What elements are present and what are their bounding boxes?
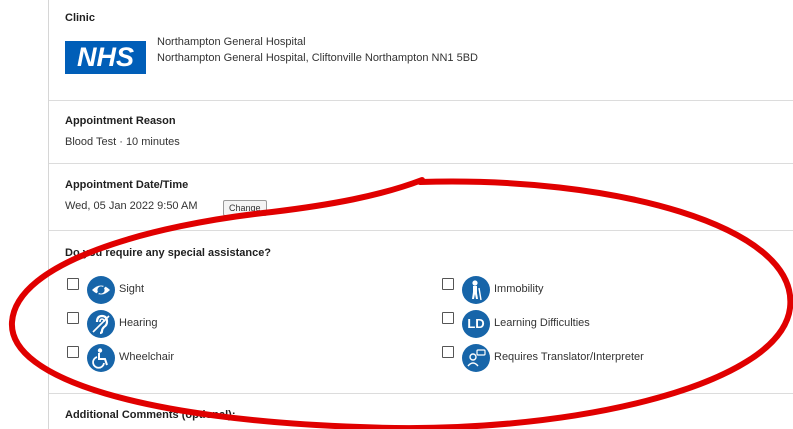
learning-difficulties-checkbox[interactable] <box>442 312 454 324</box>
reason-value: Blood Test · 10 minutes <box>65 136 180 148</box>
ear-icon <box>87 310 115 338</box>
option-sight[interactable]: Sight <box>67 276 367 306</box>
wheelchair-checkbox[interactable] <box>67 346 79 358</box>
wheelchair-icon <box>87 344 115 372</box>
reason-heading: Appointment Reason <box>65 115 176 127</box>
appointment-panel: Clinic NHS Northampton General Hospital … <box>48 0 793 429</box>
walking-stick-icon <box>462 276 490 304</box>
eye-icon <box>87 276 115 304</box>
datetime-heading: Appointment Date/Time <box>65 179 189 191</box>
assistance-section: Do you require any special assistance? S… <box>49 230 793 394</box>
assistance-heading: Do you require any special assistance? <box>65 247 272 259</box>
change-datetime-button[interactable]: Change <box>223 200 267 216</box>
immobility-checkbox[interactable] <box>442 278 454 290</box>
option-translator[interactable]: Requires Translator/Interpreter <box>442 344 782 374</box>
learning-difficulties-label: Learning Difficulties <box>494 317 590 329</box>
clinic-heading: Clinic <box>65 12 95 24</box>
interpreter-icon <box>462 344 490 372</box>
option-wheelchair[interactable]: Wheelchair <box>67 344 367 374</box>
clinic-address: Northampton General Hospital, Cliftonvil… <box>157 52 478 64</box>
immobility-label: Immobility <box>494 283 544 295</box>
hearing-label: Hearing <box>119 317 158 329</box>
reason-section: Appointment Reason Blood Test · 10 minut… <box>49 100 793 164</box>
option-learning-difficulties[interactable]: LD Learning Difficulties <box>442 310 742 340</box>
sight-checkbox[interactable] <box>67 278 79 290</box>
datetime-section: Appointment Date/Time Wed, 05 Jan 2022 9… <box>49 163 793 231</box>
hearing-checkbox[interactable] <box>67 312 79 324</box>
option-immobility[interactable]: Immobility <box>442 276 742 306</box>
datetime-value: Wed, 05 Jan 2022 9:50 AM <box>65 200 198 212</box>
comments-heading: Additional Comments (optional): <box>65 409 236 421</box>
ld-icon: LD <box>462 310 490 338</box>
clinic-name: Northampton General Hospital <box>157 36 306 48</box>
sight-label: Sight <box>119 283 145 295</box>
clinic-section: Clinic NHS Northampton General Hospital … <box>49 0 793 101</box>
translator-label: Requires Translator/Interpreter <box>494 351 644 363</box>
wheelchair-label: Wheelchair <box>119 351 175 363</box>
nhs-logo: NHS <box>65 41 146 74</box>
translator-checkbox[interactable] <box>442 346 454 358</box>
option-hearing[interactable]: Hearing <box>67 310 367 340</box>
